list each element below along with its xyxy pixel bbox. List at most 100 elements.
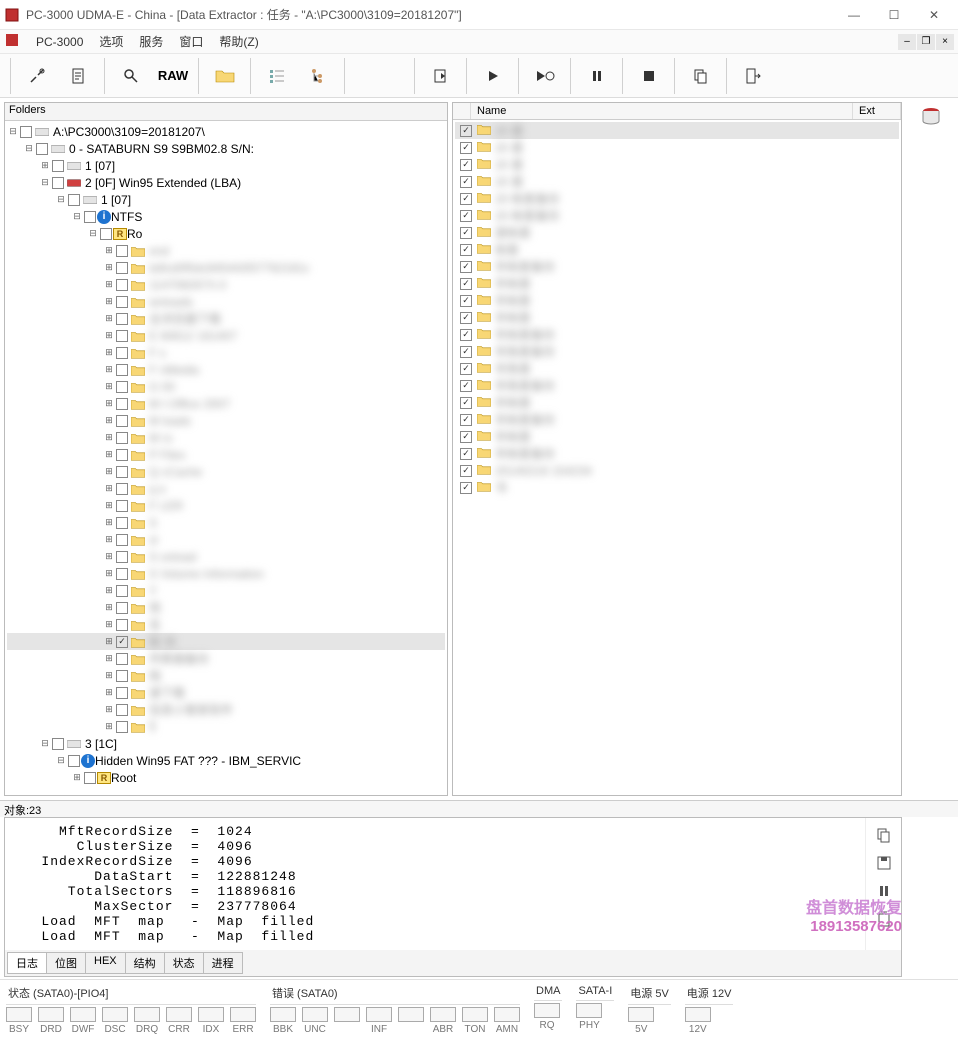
tree-row[interactable]: ⊞ 114708267X.0 bbox=[7, 276, 445, 293]
tree-toggle[interactable]: ⊟ bbox=[55, 194, 67, 205]
tree-checkbox[interactable] bbox=[116, 279, 128, 291]
tree-checkbox[interactable] bbox=[116, 653, 128, 665]
file-checkbox[interactable] bbox=[460, 363, 472, 375]
tree-toggle[interactable]: ⊞ bbox=[103, 687, 115, 698]
tree-row[interactable]: ⊞帐 份 bbox=[7, 633, 445, 650]
list-view-button[interactable] bbox=[256, 56, 298, 96]
mdi-restore-button[interactable]: ❐ bbox=[917, 34, 935, 50]
tree-row[interactable]: ⊟3 [1C] bbox=[7, 735, 445, 752]
file-checkbox[interactable] bbox=[460, 125, 472, 137]
tree-checkbox[interactable] bbox=[36, 143, 48, 155]
tree-row[interactable]: ⊞ 悦 bbox=[7, 599, 445, 616]
log-tab[interactable]: 位图 bbox=[46, 952, 86, 974]
tree-row[interactable]: ⊞P Files bbox=[7, 446, 445, 463]
tree-row[interactable]: ⊞F nMedia bbox=[7, 361, 445, 378]
tree-checkbox[interactable] bbox=[116, 517, 128, 529]
folder-tree[interactable]: ⊟A:\PC3000\3109=20181207\⊟0 - SATABURN S… bbox=[5, 121, 447, 795]
col-name[interactable]: Name bbox=[471, 103, 853, 119]
log-tab[interactable]: 状态 bbox=[164, 952, 204, 974]
file-row[interactable]: 书 bbox=[455, 479, 899, 496]
file-checkbox[interactable] bbox=[460, 261, 472, 273]
tree-checkbox[interactable] bbox=[116, 245, 128, 257]
close-button[interactable]: ✕ bbox=[914, 1, 954, 29]
log-clear-button[interactable] bbox=[873, 908, 895, 930]
tree-toggle[interactable]: ⊞ bbox=[103, 381, 115, 392]
tree-row[interactable]: ⊞ 信息小管家软件 bbox=[7, 701, 445, 718]
tree-row[interactable]: ⊞ end bbox=[7, 242, 445, 259]
copy-button[interactable] bbox=[680, 56, 722, 96]
log-tab[interactable]: HEX bbox=[85, 952, 126, 974]
tree-checkbox[interactable] bbox=[116, 415, 128, 427]
tree-row[interactable]: ⊞S onload bbox=[7, 548, 445, 565]
tree-toggle[interactable]: ⊟ bbox=[39, 177, 51, 188]
minimize-button[interactable]: — bbox=[834, 1, 874, 29]
tree-toggle[interactable]: ⊞ bbox=[103, 602, 115, 613]
file-checkbox[interactable] bbox=[460, 329, 472, 341]
tree-toggle[interactable]: ⊞ bbox=[103, 432, 115, 443]
file-checkbox[interactable] bbox=[460, 295, 472, 307]
tree-toggle[interactable]: ⊞ bbox=[103, 330, 115, 341]
tree-row[interactable]: ⊞Y bbox=[7, 582, 445, 599]
file-checkbox[interactable] bbox=[460, 312, 472, 324]
tree-checkbox[interactable] bbox=[116, 364, 128, 376]
file-checkbox[interactable] bbox=[460, 465, 472, 477]
file-checkbox[interactable] bbox=[460, 193, 472, 205]
tree-checkbox[interactable] bbox=[116, 704, 128, 716]
tree-row[interactable]: ⊟2 [0F] Win95 Extended (LBA) bbox=[7, 174, 445, 191]
tree-row[interactable]: ⊟iNTFS bbox=[7, 208, 445, 225]
tree-row[interactable]: ⊟RRo bbox=[7, 225, 445, 242]
tree-toggle[interactable]: ⊞ bbox=[103, 296, 115, 307]
tree-checkbox[interactable] bbox=[116, 500, 128, 512]
log-copy-button[interactable] bbox=[873, 824, 895, 846]
tree-row[interactable]: ⊞ 速下载 bbox=[7, 684, 445, 701]
tree-toggle[interactable]: ⊟ bbox=[87, 228, 99, 239]
tree-checkbox[interactable] bbox=[20, 126, 32, 138]
maximize-button[interactable]: ☐ bbox=[874, 1, 914, 29]
tree-row[interactable]: ⊞Q cCache bbox=[7, 463, 445, 480]
tree-row[interactable]: ⊞M loads bbox=[7, 412, 445, 429]
pause-button[interactable] bbox=[576, 56, 618, 96]
tree-toggle[interactable]: ⊞ bbox=[103, 517, 115, 528]
tree-checkbox[interactable] bbox=[116, 568, 128, 580]
tree-toggle[interactable]: ⊞ bbox=[103, 585, 115, 596]
file-row[interactable]: 年帐套备份 bbox=[455, 445, 899, 462]
tree-toggle[interactable]: ⊞ bbox=[103, 262, 115, 273]
tree-toggle[interactable]: ⊟ bbox=[55, 755, 67, 766]
tree-toggle[interactable]: ⊞ bbox=[103, 551, 115, 562]
tree-row[interactable]: ⊞1 [07] bbox=[7, 157, 445, 174]
file-row[interactable]: 年账套 bbox=[455, 360, 899, 377]
export-button[interactable] bbox=[420, 56, 462, 96]
play-button[interactable] bbox=[472, 56, 514, 96]
side-tab[interactable] bbox=[904, 98, 958, 128]
file-row[interactable]: 年帐套 bbox=[455, 394, 899, 411]
tree-checkbox[interactable] bbox=[84, 772, 96, 784]
tree-toggle[interactable]: ⊞ bbox=[103, 534, 115, 545]
log-tab[interactable]: 日志 bbox=[7, 952, 47, 974]
tree-row[interactable]: ⊞G 00 bbox=[7, 378, 445, 395]
tree-checkbox[interactable] bbox=[116, 551, 128, 563]
tree-checkbox[interactable] bbox=[116, 670, 128, 682]
tree-checkbox[interactable] bbox=[116, 466, 128, 478]
tree-checkbox[interactable] bbox=[116, 636, 128, 648]
tree-row[interactable]: ⊞钅 bbox=[7, 718, 445, 735]
file-checkbox[interactable] bbox=[460, 346, 472, 358]
tree-checkbox[interactable] bbox=[116, 381, 128, 393]
file-checkbox[interactable] bbox=[460, 210, 472, 222]
tree-toggle[interactable]: ⊞ bbox=[103, 466, 115, 477]
file-row[interactable]: 年账套备份 bbox=[455, 343, 899, 360]
tree-checkbox[interactable] bbox=[116, 721, 128, 733]
file-row[interactable]: 帐套 bbox=[455, 241, 899, 258]
tree-toggle[interactable]: ⊞ bbox=[103, 653, 115, 664]
tree-row[interactable]: ⊟A:\PC3000\3109=20181207\ bbox=[7, 123, 445, 140]
tree-checkbox[interactable] bbox=[116, 262, 128, 274]
file-row[interactable]: 20 帐套备份 bbox=[455, 190, 899, 207]
tree-row[interactable]: ⊞ 件数据备份 bbox=[7, 650, 445, 667]
file-row[interactable]: 年帐套 bbox=[455, 309, 899, 326]
tree-toggle[interactable]: ⊞ bbox=[103, 245, 115, 256]
file-row[interactable]: 20 套 bbox=[455, 139, 899, 156]
tree-toggle[interactable]: ⊞ bbox=[103, 619, 115, 630]
tree-row[interactable]: ⊞F s bbox=[7, 344, 445, 361]
file-checkbox[interactable] bbox=[460, 414, 472, 426]
tree-toggle[interactable]: ⊟ bbox=[7, 126, 19, 137]
tree-toggle[interactable]: ⊞ bbox=[103, 483, 115, 494]
